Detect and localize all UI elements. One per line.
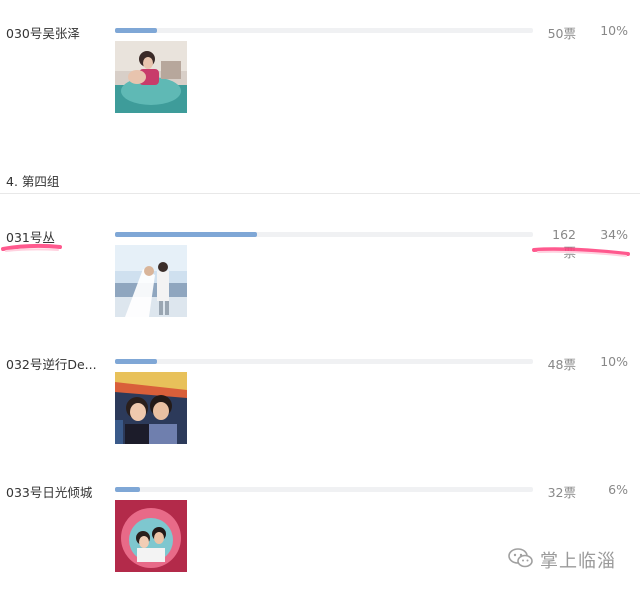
vote-bar-fill [115, 487, 141, 492]
vote-percent: 10% [600, 23, 628, 38]
vote-bar-track [115, 487, 533, 492]
vote-percent: 34% [600, 227, 628, 242]
vote-bar-track [115, 232, 533, 237]
vote-count: 50票 [547, 26, 576, 41]
group-divider [0, 193, 640, 194]
watermark-text: 掌上临淄 [540, 551, 616, 572]
candidate-name: 031号丛 [6, 230, 55, 245]
candidate-photo[interactable] [115, 41, 187, 113]
vote-bar-track [115, 28, 533, 33]
vote-bar-fill [115, 232, 258, 237]
vote-bar-fill [115, 28, 157, 33]
candidate-row: 030号吴张泽 50票 10% [0, 23, 640, 133]
candidate-name: 032号逆行De... [6, 357, 97, 372]
vote-count: 32票 [547, 485, 576, 500]
candidate-name: 033号日光倾城 [6, 485, 93, 500]
candidate-photo[interactable] [115, 245, 187, 317]
candidate-row: 031号丛 162票 34% [0, 227, 640, 337]
vote-bar-track [115, 359, 533, 364]
vote-percent: 10% [600, 354, 628, 369]
candidate-photo[interactable] [115, 500, 187, 572]
vote-bar-fill [115, 359, 157, 364]
vote-count: 162票 [552, 227, 576, 260]
vote-count: 48票 [547, 357, 576, 372]
candidate-name: 030号吴张泽 [6, 26, 80, 41]
watermark: 掌上临淄 [508, 548, 616, 572]
candidate-photo[interactable] [115, 372, 187, 444]
wechat-icon [508, 548, 534, 572]
candidate-row: 032号逆行De... 48票 10% [0, 354, 640, 464]
vote-percent: 6% [608, 482, 628, 497]
group-title: 4. 第四组 [6, 174, 60, 189]
candidate-row: 033号日光倾城 32票 6% [0, 482, 640, 592]
